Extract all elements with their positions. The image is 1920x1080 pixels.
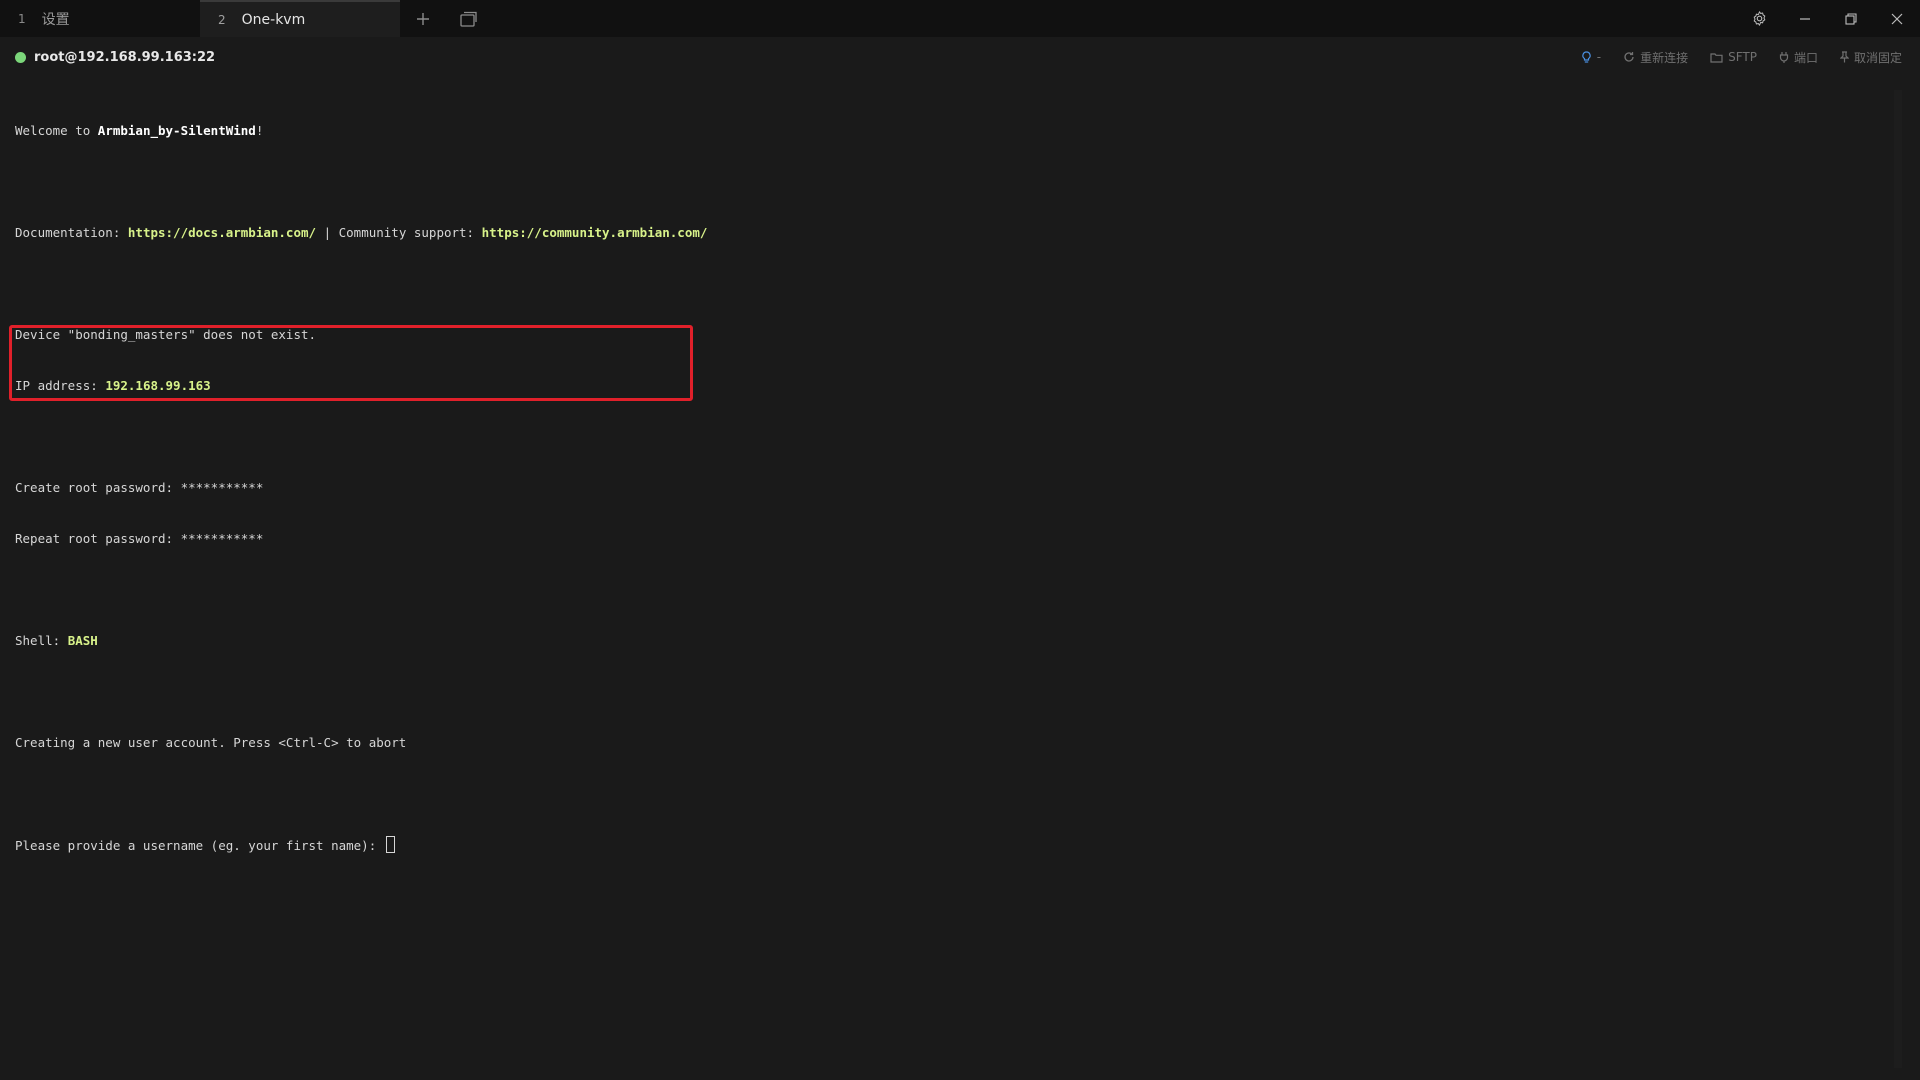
tab-label: One-kvm — [241, 11, 306, 28]
shell-name: BASH — [67, 633, 98, 648]
close-icon — [1891, 13, 1903, 24]
folder-icon — [1710, 52, 1723, 63]
windows-icon — [460, 11, 477, 27]
plus-icon — [417, 12, 429, 25]
terminal-app-window: 1 设置 2 One-kvm root@192.168.99.163:22 - … — [0, 0, 1920, 1080]
minimize-button[interactable] — [1782, 0, 1828, 37]
unpin-button[interactable]: 取消固定 — [1839, 49, 1902, 66]
tab-bar: 1 设置 2 One-kvm — [0, 0, 1920, 37]
terminal-cursor[interactable] — [385, 836, 395, 853]
session-actions: - 重新连接 SFTP 端口 取消固定 — [1559, 37, 1902, 77]
shell-line: Shell: BASH — [15, 633, 98, 648]
ip-address: 192.168.99.163 — [105, 378, 211, 393]
sftp-label: SFTP — [1728, 50, 1757, 64]
new-tab-button[interactable] — [400, 0, 446, 37]
unpin-label: 取消固定 — [1853, 50, 1902, 65]
window-controls — [1736, 0, 1920, 37]
ip-line: IP address: 192.168.99.163 — [15, 378, 211, 393]
terminal-scrollbar[interactable] — [1894, 90, 1902, 1068]
gear-icon — [1753, 11, 1765, 26]
hint-button[interactable]: - — [1581, 50, 1601, 64]
minimize-icon — [1800, 17, 1810, 20]
plug-icon — [1779, 52, 1789, 63]
session-bar: root@192.168.99.163:22 - 重新连接 SFTP 端口 取消… — [0, 37, 1920, 77]
tab-one-kvm[interactable]: 2 One-kvm — [200, 0, 400, 37]
tab-settings[interactable]: 1 设置 — [0, 0, 200, 37]
port-forward-button[interactable]: 端口 — [1779, 49, 1818, 66]
distro-name: Armbian_by-SilentWind — [97, 123, 256, 138]
restore-icon — [1845, 12, 1857, 25]
tab-overview-button[interactable] — [446, 0, 492, 37]
hint-label: - — [1596, 50, 1602, 64]
tab-number: 1 — [18, 11, 26, 26]
settings-button[interactable] — [1736, 0, 1782, 37]
create-password-line: Create root password: *********** — [15, 480, 264, 495]
docs-link[interactable]: https://docs.armbian.com/ — [128, 225, 316, 240]
reconnect-label: 重新连接 — [1640, 50, 1689, 65]
creating-account-line: Creating a new user account. Press <Ctrl… — [15, 735, 407, 750]
session-host: root@192.168.99.163:22 — [34, 49, 216, 65]
welcome-line: Welcome to Armbian_by-SilentWind! — [15, 123, 264, 138]
community-link[interactable]: https://community.armbian.com/ — [482, 225, 708, 240]
refresh-icon — [1624, 52, 1634, 62]
terminal-output[interactable]: Welcome to Armbian_by-SilentWind! Docume… — [15, 88, 1895, 887]
tab-label: 设置 — [41, 11, 70, 28]
restore-button[interactable] — [1828, 0, 1874, 37]
repeat-password-line: Repeat root password: *********** — [15, 531, 264, 546]
username-prompt: Please provide a username (eg. your firs… — [15, 838, 384, 853]
close-button[interactable] — [1874, 0, 1920, 37]
lightbulb-icon — [1582, 50, 1591, 63]
port-forward-label: 端口 — [1793, 50, 1818, 65]
pin-icon — [1839, 51, 1849, 63]
username-prompt-line[interactable]: Please provide a username (eg. your firs… — [15, 836, 1895, 853]
device-line: Device "bonding_masters" does not exist. — [15, 327, 317, 342]
tab-number: 2 — [218, 12, 226, 27]
connection-status-dot — [15, 51, 26, 63]
documentation-line: Documentation: https://docs.armbian.com/… — [15, 225, 708, 240]
sftp-button[interactable]: SFTP — [1710, 50, 1757, 64]
reconnect-button[interactable]: 重新连接 — [1623, 49, 1688, 66]
